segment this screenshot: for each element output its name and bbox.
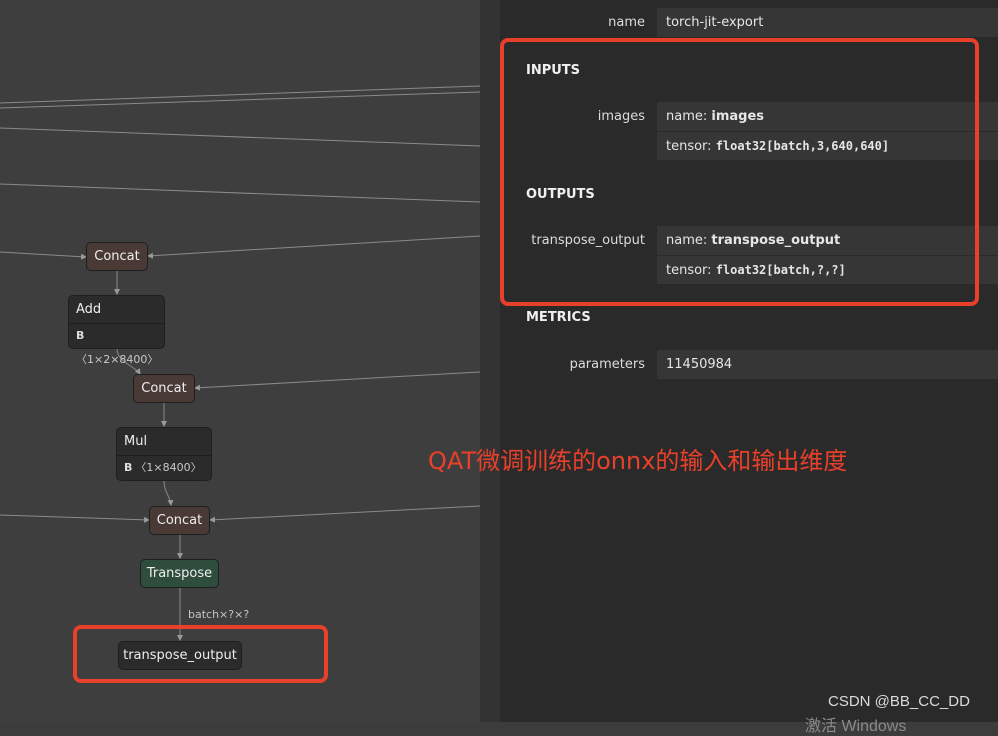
- mul-node[interactable]: Mul B 〈1×8400〉: [116, 427, 212, 481]
- add-node-title: Add: [69, 296, 164, 324]
- edge-line: [209, 505, 480, 523]
- attr-value: 〈1×2×8400〉: [76, 353, 159, 366]
- edge-line: [0, 183, 480, 203]
- model-name-label: name: [608, 15, 645, 30]
- attr-value: 〈1×8400〉: [135, 461, 202, 474]
- model-name-value[interactable]: torch-jit-export: [657, 8, 998, 37]
- concat-node-2[interactable]: Concat: [133, 374, 195, 403]
- concat-node-1[interactable]: Concat: [86, 242, 148, 271]
- transpose-node[interactable]: Transpose: [140, 559, 219, 588]
- highlight-box-output-node: [73, 625, 328, 683]
- attr-name: B: [76, 329, 85, 342]
- metrics-header: METRICS: [526, 310, 591, 325]
- add-node-attr: B 〈1×2×8400〉: [69, 324, 164, 366]
- edge-line: [0, 514, 150, 523]
- annotation-text: QAT微调训练的onnx的输入和输出维度: [428, 447, 848, 475]
- parameters-label: parameters: [569, 357, 645, 372]
- attr-name: B: [124, 461, 133, 474]
- edge-line: [147, 235, 480, 259]
- mul-node-title: Mul: [117, 428, 211, 456]
- add-node[interactable]: Add B 〈1×2×8400〉: [68, 295, 165, 366]
- edge-line: [0, 251, 87, 260]
- edge-line: [163, 480, 174, 506]
- edge-line: [0, 127, 480, 147]
- mul-node-attr: B 〈1×8400〉: [117, 456, 211, 480]
- graph-canvas[interactable]: Concat Add B〈1×2×8400〉 Concat Mul B 〈1×84…: [0, 0, 480, 722]
- highlight-box-io: [500, 38, 979, 306]
- windows-activation-watermark: 激活 Windows: [805, 718, 907, 735]
- concat-node-3[interactable]: Concat: [149, 506, 210, 535]
- watermark: CSDN @BB_CC_DD: [828, 693, 970, 710]
- edge-line: [194, 371, 480, 391]
- panel-divider[interactable]: [480, 0, 500, 722]
- parameters-value[interactable]: 11450984: [657, 350, 998, 379]
- edge-shape-label: batch×?×?: [188, 608, 250, 621]
